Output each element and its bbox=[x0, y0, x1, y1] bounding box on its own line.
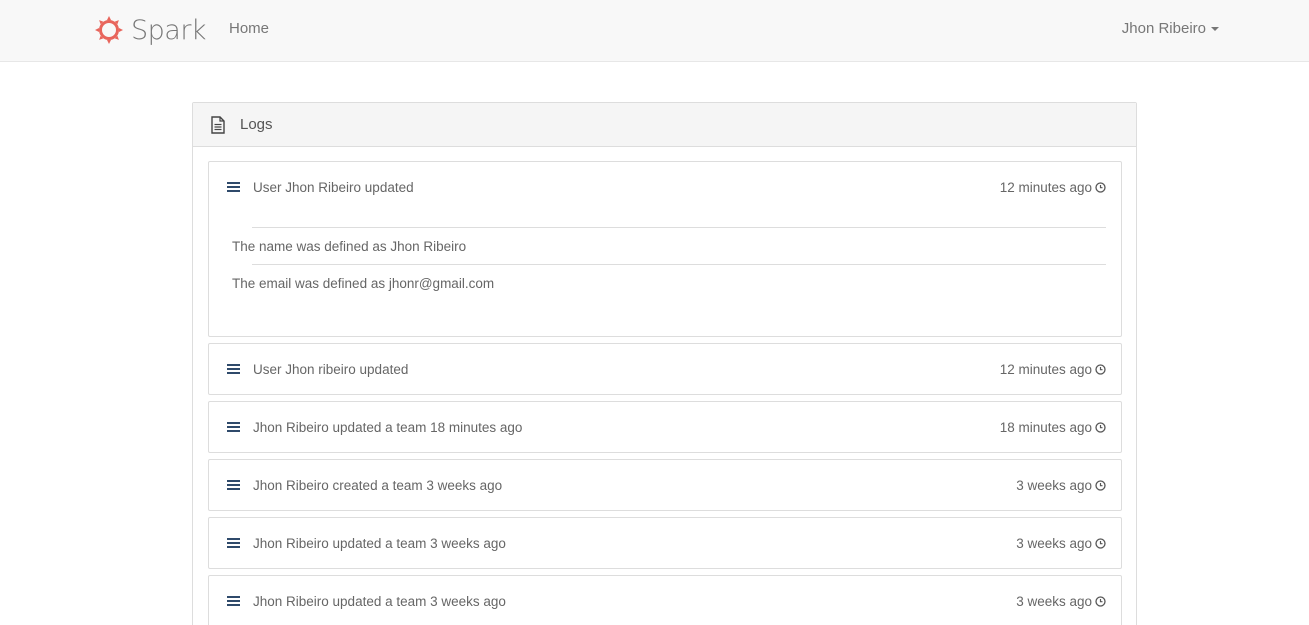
log-list: User Jhon Ribeiro updated 12 minutes ago… bbox=[208, 161, 1122, 625]
log-title: User Jhon Ribeiro updated bbox=[253, 179, 414, 195]
user-menu-dropdown[interactable]: Jhon Ribeiro bbox=[1122, 20, 1219, 37]
clock-icon bbox=[1095, 181, 1106, 193]
list-icon bbox=[227, 596, 240, 606]
clock-icon bbox=[1095, 421, 1106, 433]
clock-icon bbox=[1095, 595, 1106, 607]
log-details: The name was defined as Jhon Ribeiro The… bbox=[232, 227, 1106, 301]
clock-icon bbox=[1095, 363, 1106, 375]
log-time-text: 3 weeks ago bbox=[1016, 535, 1092, 551]
list-icon bbox=[227, 364, 240, 374]
log-title: Jhon Ribeiro created a team 3 weeks ago bbox=[253, 477, 503, 493]
log-detail-text: The email was defined as jhonr@gmail.com bbox=[232, 275, 495, 291]
brand-logo-link[interactable]: Spark bbox=[94, 14, 207, 46]
list-icon bbox=[227, 538, 240, 548]
spark-sun-icon bbox=[95, 16, 123, 44]
nav-home-link[interactable]: Home bbox=[229, 20, 269, 37]
log-title: Jhon Ribeiro updated a team 18 minutes a… bbox=[253, 419, 523, 435]
log-time: 12 minutes ago bbox=[1000, 180, 1106, 195]
list-icon bbox=[227, 422, 240, 432]
log-time-text: 18 minutes ago bbox=[999, 419, 1092, 435]
log-item: User Jhon Ribeiro updated 12 minutes ago… bbox=[208, 161, 1122, 337]
logs-panel: Logs User Jhon Ribeiro updated 12 minute… bbox=[192, 102, 1137, 625]
log-item-toggle[interactable]: Jhon Ribeiro updated a team 18 minutes a… bbox=[209, 402, 1121, 452]
user-name: Jhon Ribeiro bbox=[1121, 20, 1206, 37]
top-navbar: Spark Home Jhon Ribeiro bbox=[0, 0, 1309, 62]
log-item-toggle[interactable]: Jhon Ribeiro updated a team 3 weeks ago … bbox=[209, 576, 1121, 625]
panel-title: Logs bbox=[240, 116, 273, 133]
log-time: 3 weeks ago bbox=[1016, 594, 1106, 609]
log-item[interactable]: User Jhon ribeiro updated 12 minutes ago bbox=[208, 343, 1122, 395]
log-item-toggle[interactable]: User Jhon ribeiro updated 12 minutes ago bbox=[209, 344, 1121, 394]
log-time-text: 12 minutes ago bbox=[999, 361, 1092, 377]
log-detail-row: The name was defined as Jhon Ribeiro bbox=[232, 227, 1106, 264]
log-title: User Jhon ribeiro updated bbox=[253, 361, 409, 377]
log-title: Jhon Ribeiro updated a team 3 weeks ago bbox=[253, 535, 506, 551]
brand-name: Spark bbox=[131, 14, 207, 46]
log-time-text: 3 weeks ago bbox=[1016, 593, 1092, 609]
log-time-text: 3 weeks ago bbox=[1016, 477, 1092, 493]
log-item[interactable]: Jhon Ribeiro updated a team 18 minutes a… bbox=[208, 401, 1122, 453]
clock-icon bbox=[1095, 479, 1106, 491]
log-item-toggle[interactable]: User Jhon Ribeiro updated 12 minutes ago bbox=[209, 162, 1121, 212]
clock-icon bbox=[1095, 537, 1106, 549]
log-item[interactable]: Jhon Ribeiro updated a team 3 weeks ago … bbox=[208, 517, 1122, 569]
log-item-toggle[interactable]: Jhon Ribeiro created a team 3 weeks ago … bbox=[209, 460, 1121, 510]
list-icon bbox=[227, 480, 240, 490]
log-detail-row: The email was defined as jhonr@gmail.com bbox=[232, 264, 1106, 301]
log-item-toggle[interactable]: Jhon Ribeiro updated a team 3 weeks ago … bbox=[209, 518, 1121, 568]
log-time: 18 minutes ago bbox=[1000, 420, 1106, 435]
log-title: Jhon Ribeiro updated a team 3 weeks ago bbox=[253, 593, 506, 609]
log-detail-text: The name was defined as Jhon Ribeiro bbox=[232, 238, 467, 254]
logs-panel-heading: Logs bbox=[193, 103, 1136, 147]
log-item[interactable]: Jhon Ribeiro created a team 3 weeks ago … bbox=[208, 459, 1122, 511]
log-item[interactable]: Jhon Ribeiro updated a team 3 weeks ago … bbox=[208, 575, 1122, 625]
log-time: 12 minutes ago bbox=[1000, 362, 1106, 377]
log-time: 3 weeks ago bbox=[1016, 536, 1106, 551]
log-time: 3 weeks ago bbox=[1016, 478, 1106, 493]
document-icon bbox=[211, 115, 225, 134]
caret-down-icon bbox=[1211, 26, 1219, 31]
list-icon bbox=[227, 182, 240, 192]
log-time-text: 12 minutes ago bbox=[999, 179, 1092, 195]
